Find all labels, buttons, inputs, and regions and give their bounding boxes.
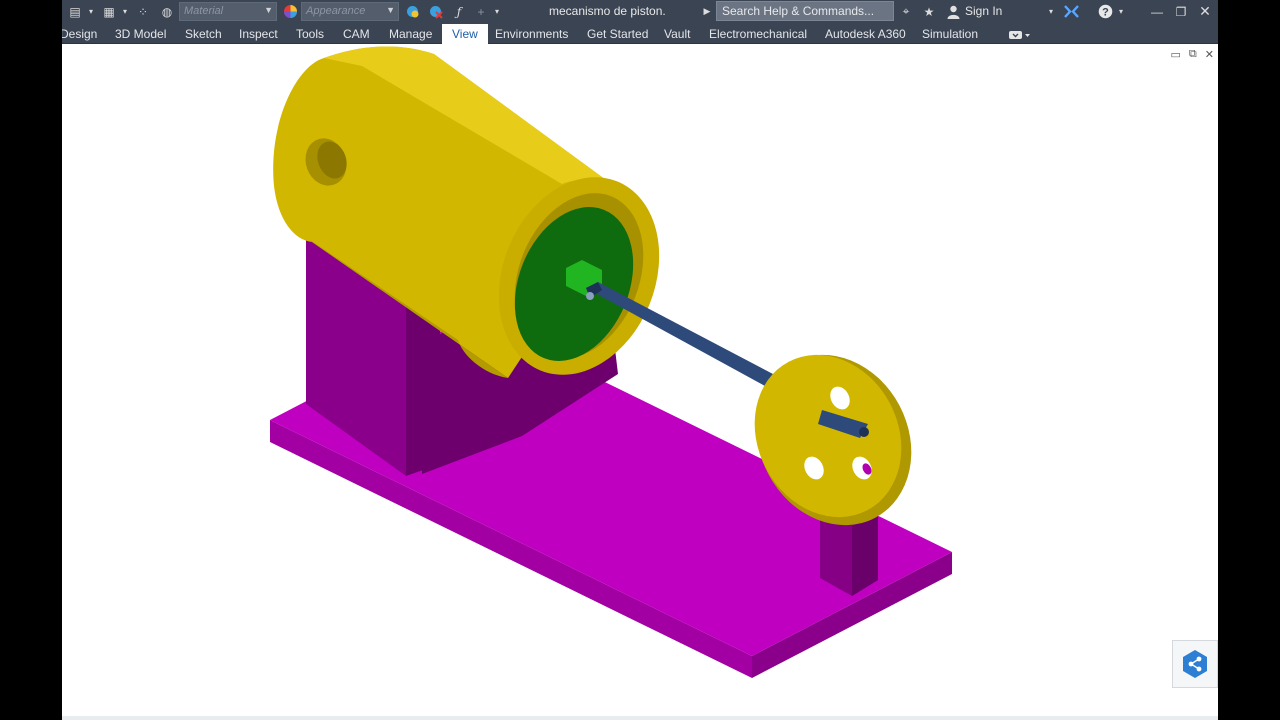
tab-inspect[interactable]: Inspect xyxy=(239,24,278,44)
svg-text:?: ? xyxy=(1102,7,1109,19)
fx-icon[interactable]: ƒ xyxy=(450,3,468,20)
inventor-window: ▤ ▾ ▦ ▾ ⁘ ◍ Material ▼ Appearance ▼ ƒ + … xyxy=(62,0,1218,720)
chevron-down-icon: ▼ xyxy=(386,5,395,15)
ribbon-tabs: Design 3D Model Sketch Inspect Tools CAM… xyxy=(62,24,1218,44)
caret-right-icon: ▶ xyxy=(703,6,711,16)
tab-manage[interactable]: Manage xyxy=(389,24,432,44)
customize-dropdown-icon[interactable]: ▾ xyxy=(492,3,502,20)
document-title: mecanismo de piston. xyxy=(549,4,666,18)
letterbox-left xyxy=(0,0,62,720)
clear-appearance-icon[interactable] xyxy=(426,3,444,20)
star-icon[interactable]: ★ xyxy=(920,3,938,20)
ribbon-display-toggle-icon[interactable] xyxy=(1008,25,1032,45)
update-icon[interactable]: ▦ xyxy=(100,3,118,20)
status-strip xyxy=(62,716,1218,720)
account-dropdown-icon[interactable]: ▾ xyxy=(1046,3,1056,20)
minimize-icon[interactable]: — xyxy=(1148,3,1166,20)
sign-in-link[interactable]: Sign In xyxy=(965,4,1002,18)
help-dropdown-icon[interactable]: ▾ xyxy=(1116,3,1126,20)
globe-icon[interactable]: ◍ xyxy=(158,3,176,20)
tab-design[interactable]: Design xyxy=(62,24,97,44)
share-icon xyxy=(1183,650,1207,678)
tab-simulation[interactable]: Simulation xyxy=(922,24,978,44)
tab-view[interactable]: View xyxy=(442,24,488,44)
chevron-down-icon: ▼ xyxy=(264,5,273,15)
restore-icon[interactable]: ❐ xyxy=(1172,3,1190,20)
return-icon[interactable]: ▤ xyxy=(66,3,84,20)
tab-environments[interactable]: Environments xyxy=(495,24,568,44)
tab-sketch[interactable]: Sketch xyxy=(185,24,222,44)
adjust-icon[interactable] xyxy=(403,3,421,20)
return-dropdown-icon[interactable]: ▾ xyxy=(86,3,96,20)
appearance-placeholder: Appearance xyxy=(306,5,366,17)
update-dropdown-icon[interactable]: ▾ xyxy=(120,3,130,20)
help-icon[interactable]: ? xyxy=(1096,3,1114,20)
user-icon[interactable] xyxy=(944,3,962,20)
material-combo[interactable]: Material ▼ xyxy=(179,2,277,21)
graphics-viewport[interactable]: ▭ ⧉ ✕ xyxy=(62,44,1218,720)
autodesk-app-store-icon[interactable] xyxy=(1062,3,1080,20)
rod-pin xyxy=(586,292,594,300)
tab-autodesk-a360[interactable]: Autodesk A360 xyxy=(825,24,906,44)
material-placeholder: Material xyxy=(184,5,224,17)
appearance-combo[interactable]: Appearance ▼ xyxy=(301,2,399,21)
tab-electromechanical[interactable]: Electromechanical xyxy=(709,24,807,44)
piston-mechanism-model[interactable] xyxy=(62,44,1218,720)
tab-vault[interactable]: Vault xyxy=(664,24,690,44)
binoculars-icon[interactable]: ⌖ xyxy=(897,3,915,20)
quick-access-toolbar: ▤ ▾ ▦ ▾ ⁘ ◍ Material ▼ Appearance ▼ ƒ + … xyxy=(62,0,1218,24)
search-input[interactable]: Search Help & Commands... xyxy=(716,1,894,21)
tab-cam[interactable]: CAM xyxy=(343,24,370,44)
crank-pin xyxy=(859,427,869,437)
appearance-icon xyxy=(281,3,299,20)
select-icon[interactable]: ⁘ xyxy=(134,3,152,20)
plus-icon[interactable]: + xyxy=(472,3,490,20)
tab-tools[interactable]: Tools xyxy=(296,24,324,44)
letterbox-right xyxy=(1218,0,1280,720)
tab-get-started[interactable]: Get Started xyxy=(587,24,648,44)
share-button[interactable] xyxy=(1172,640,1218,688)
close-icon[interactable]: ✕ xyxy=(1196,3,1214,20)
tab-3d-model[interactable]: 3D Model xyxy=(115,24,166,44)
search-placeholder: Search Help & Commands... xyxy=(722,4,875,18)
